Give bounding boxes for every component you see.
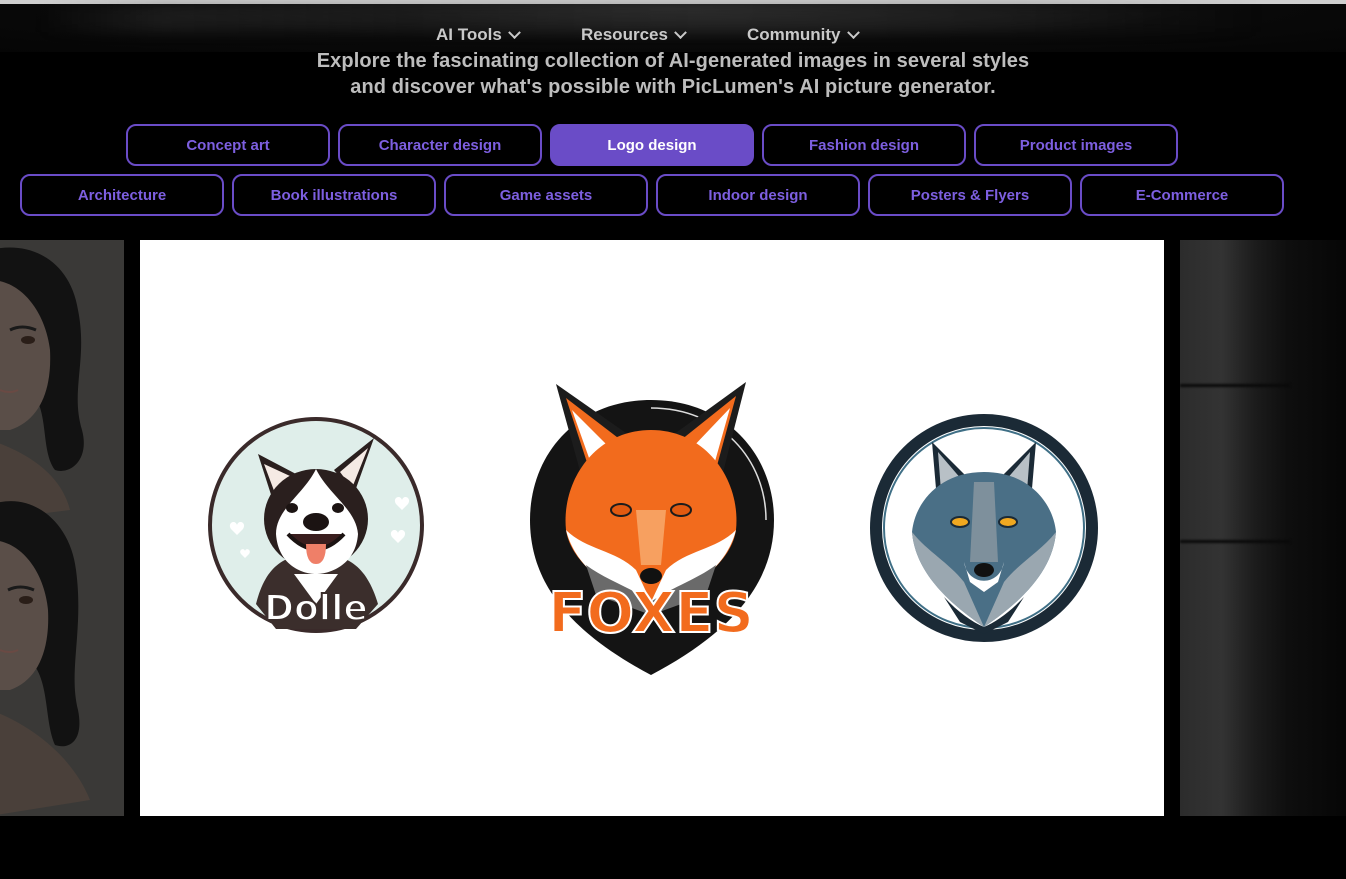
architecture-image-line	[1180, 384, 1290, 387]
category-logo-design[interactable]: Logo design	[550, 124, 754, 166]
nav-label: Resources	[581, 25, 668, 44]
character-illustration-image	[0, 240, 124, 816]
category-game-assets[interactable]: Game assets	[444, 174, 648, 216]
wolf-logo-image	[870, 414, 1098, 642]
category-posters-flyers[interactable]: Posters & Flyers	[868, 174, 1072, 216]
chevron-down-icon	[507, 25, 521, 39]
category-architecture[interactable]: Architecture	[20, 174, 224, 216]
image-carousel: Dolle FOXES	[0, 240, 1346, 816]
top-navbar: AI Tools Resources Community	[0, 4, 1346, 52]
architecture-image-line	[1180, 540, 1290, 543]
fox-logo-image: FOXES	[530, 382, 774, 675]
chevron-down-icon	[846, 25, 860, 39]
chevron-down-icon	[674, 25, 687, 39]
category-concept-art[interactable]: Concept art	[126, 124, 330, 166]
nav-label: Community	[747, 25, 841, 44]
nav-resources[interactable]: Resources	[581, 25, 687, 45]
nav-community[interactable]: Community	[747, 25, 860, 45]
dog-logo-text: Dolle	[264, 588, 368, 629]
category-character-design[interactable]: Character design	[338, 124, 542, 166]
dog-logo-image: Dolle	[208, 417, 424, 633]
category-fashion-design[interactable]: Fashion design	[762, 124, 966, 166]
category-e-commerce[interactable]: E-Commerce	[1080, 174, 1284, 216]
next-slide-peek[interactable]	[1180, 240, 1346, 816]
category-indoor-design[interactable]: Indoor design	[656, 174, 860, 216]
nav-ai-tools[interactable]: AI Tools	[436, 25, 521, 45]
category-product-images[interactable]: Product images	[974, 124, 1178, 166]
current-slide-logo-design: Dolle FOXES	[140, 240, 1280, 816]
previous-slide-peek[interactable]	[0, 240, 124, 816]
hero-subtitle-line-1: Explore the fascinating collection of AI…	[316, 50, 1030, 72]
hero-subtitle-line-2: and discover what's possible with PicLum…	[350, 76, 996, 98]
fox-logo-text: FOXES	[548, 581, 754, 646]
nav-label: AI Tools	[436, 25, 502, 44]
category-book-illustrations[interactable]: Book illustrations	[232, 174, 436, 216]
